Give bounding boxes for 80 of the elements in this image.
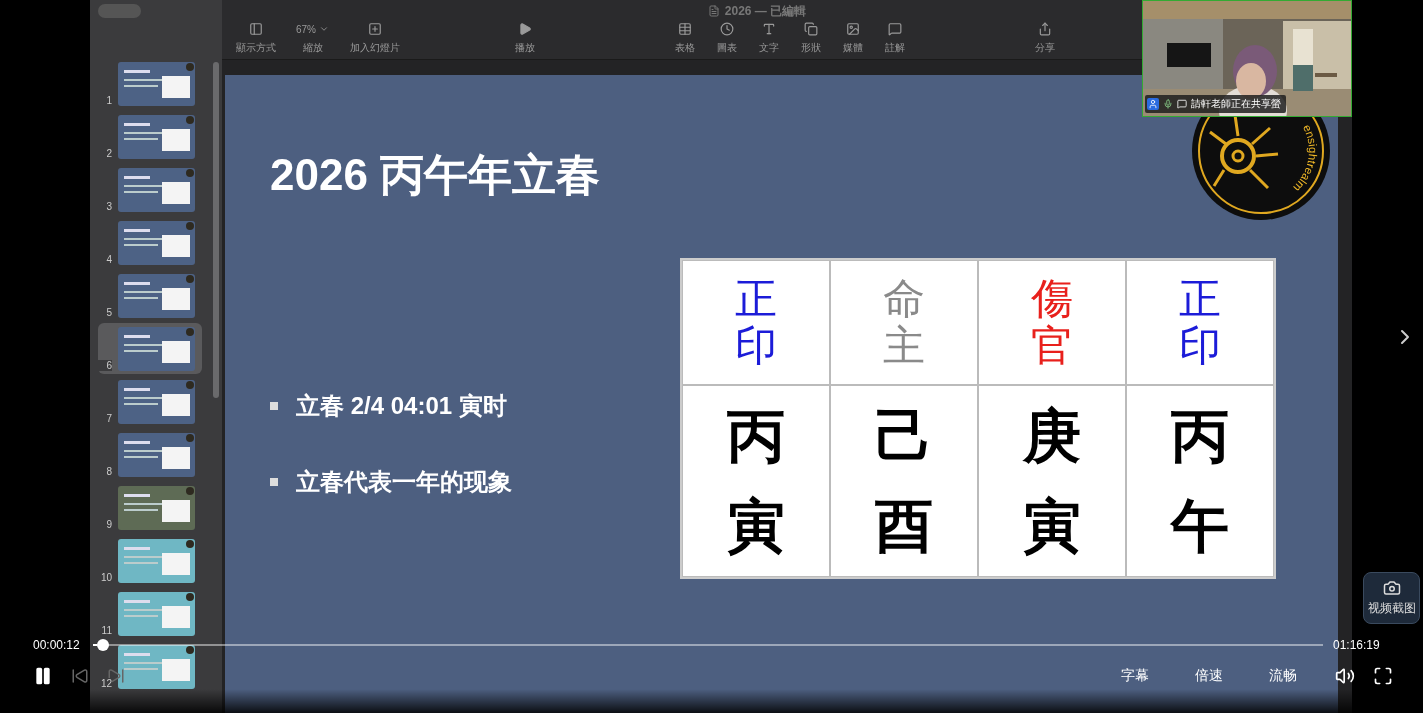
toolbar-button[interactable]: 播放 <box>505 22 545 55</box>
slide-title: 2026 丙午年立春 <box>270 149 601 201</box>
thumbnail-row[interactable]: 11 <box>98 588 202 639</box>
slide-thumbnail[interactable] <box>118 168 195 212</box>
chat-icon <box>1177 99 1187 109</box>
chevron-icon <box>319 24 329 34</box>
screenshot-button[interactable]: 视频截图 <box>1363 572 1420 624</box>
plus-icon <box>368 22 382 36</box>
toolbar-button[interactable]: 文字 <box>749 22 789 55</box>
toolbar-button[interactable]: 分享 <box>1025 22 1065 55</box>
play-icon <box>518 22 532 36</box>
toolbar-button[interactable]: 67% 縮放 <box>292 22 333 55</box>
pillar-characters: 丙 寅 <box>727 402 785 560</box>
toolbar-button[interactable]: 圖表 <box>707 22 747 55</box>
pillar-characters: 丙 午 <box>1171 402 1229 560</box>
bullet-text: 立春 2/4 04:01 寅时 <box>296 391 507 422</box>
toggle-pill[interactable] <box>98 4 141 18</box>
pillar-label: 正印 <box>1179 276 1221 369</box>
thumbnail-row[interactable]: 1 <box>98 58 202 109</box>
thumbnail-row[interactable]: 12 <box>98 641 202 692</box>
bullet-icon <box>270 478 278 487</box>
document-icon <box>707 5 720 17</box>
thumbnail-row[interactable]: 4 <box>98 217 202 268</box>
thumbnail-row[interactable]: 2 <box>98 111 202 162</box>
player-option-button[interactable]: 字幕 <box>1113 667 1157 685</box>
bullet-icon <box>270 402 278 411</box>
slide-thumbnail[interactable] <box>118 380 195 424</box>
slide-number: 10 <box>98 572 112 583</box>
slide-thumbnail[interactable] <box>118 486 195 530</box>
table-icon <box>678 22 692 36</box>
toolbar-button[interactable]: 媒體 <box>833 22 873 55</box>
slide-thumbnail[interactable] <box>118 62 195 106</box>
pillar-label: 正印 <box>735 276 777 369</box>
sidebar-icon <box>249 22 263 36</box>
slide-thumbnail[interactable] <box>118 221 195 265</box>
toolbar-button[interactable]: 加入幻燈片 <box>345 22 405 55</box>
elapsed-time: 00:00:12 <box>33 638 81 652</box>
toolbar-button[interactable]: 註解 <box>875 22 915 55</box>
slide-thumbnail[interactable] <box>118 645 195 689</box>
fullscreen-button[interactable] <box>1373 666 1393 686</box>
pillar-characters: 己 酉 <box>875 402 933 560</box>
duration-time: 01:16:19 <box>1333 638 1381 652</box>
thumbnail-row[interactable]: 3 <box>98 164 202 215</box>
shape-icon <box>804 22 818 36</box>
thumbnail-row[interactable]: 8 <box>98 429 202 480</box>
text-icon <box>762 22 776 36</box>
pillar-characters: 庚 寅 <box>1023 402 1081 560</box>
bullet-text: 立春代表一年的现象 <box>296 467 512 498</box>
toolbar-button[interactable]: 形狀 <box>791 22 831 55</box>
player-option-button[interactable]: 流畅 <box>1261 667 1305 685</box>
slide-number: 6 <box>98 360 112 371</box>
camera-icon <box>1382 579 1401 597</box>
thumbnail-row[interactable]: 5 <box>98 270 202 321</box>
sharing-text: 請軒老師正在共享螢 <box>1191 97 1281 111</box>
pause-button[interactable] <box>33 666 53 686</box>
slide-thumbnail[interactable] <box>118 115 195 159</box>
thumbnail-row[interactable]: 9 <box>98 482 202 533</box>
comment-icon <box>888 22 902 36</box>
slide-number: 12 <box>98 678 112 689</box>
share-icon <box>1038 22 1052 36</box>
slide-thumbnail[interactable] <box>118 433 195 477</box>
image-icon <box>846 22 860 36</box>
mic-icon <box>1163 99 1173 109</box>
thumbnail-row[interactable]: 10 <box>98 535 202 586</box>
slide-thumbnail[interactable] <box>118 539 195 583</box>
thumbnail-row[interactable]: 6 <box>98 323 202 374</box>
thumbnail-row[interactable]: 7 <box>98 376 202 427</box>
toolbar-button[interactable]: 表格 <box>665 22 705 55</box>
toolbar-button[interactable]: 顯示方式 <box>232 22 280 55</box>
slide-thumbnail[interactable] <box>118 274 195 318</box>
scrollbar[interactable] <box>213 62 219 398</box>
slide-thumbnail[interactable] <box>118 592 195 636</box>
pillar-label: 傷官 <box>1031 276 1073 369</box>
slide-thumbnail[interactable] <box>118 327 195 371</box>
pillar-label: 命主 <box>883 276 925 369</box>
user-icon <box>1148 99 1158 109</box>
volume-button[interactable] <box>1335 666 1355 686</box>
player-option-button[interactable]: 倍速 <box>1187 667 1231 685</box>
window-title: 2026 — 已編輯 <box>724 2 807 20</box>
zoom-value: 67% <box>296 23 316 35</box>
